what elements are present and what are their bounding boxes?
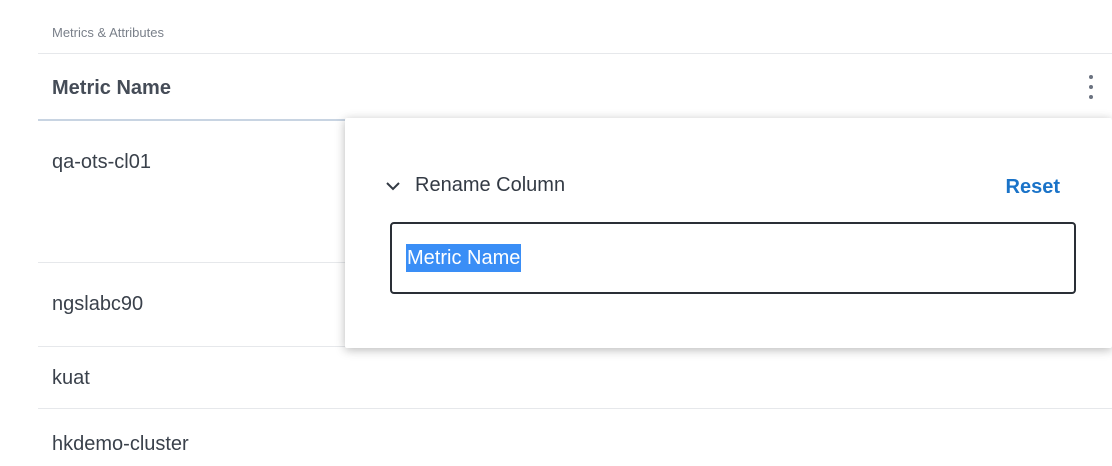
- chevron-down-icon: [386, 181, 400, 190]
- reset-button[interactable]: Reset: [1006, 176, 1060, 199]
- table-cell: ngslabc90: [52, 293, 144, 315]
- table-cell: hkdemo-cluster: [52, 433, 189, 455]
- column-name-value: Metric Name: [406, 244, 522, 272]
- column-name-input[interactable]: Metric Name: [390, 222, 1076, 294]
- table-row: hkdemo-cluster: [38, 409, 1112, 466]
- table-cell: qa-ots-cl01: [52, 151, 151, 173]
- rename-column-toggle[interactable]: Rename Column: [385, 174, 565, 197]
- table-cell: kuat: [52, 367, 90, 389]
- column-header: Metric Name: [38, 55, 1112, 121]
- column-header-label: Metric Name: [52, 77, 171, 99]
- rename-column-popover: Rename Column Reset Metric Name: [345, 118, 1112, 348]
- more-vertical-icon[interactable]: [1084, 73, 1098, 103]
- rename-column-label: Rename Column: [415, 174, 566, 196]
- section-title: Metrics & Attributes: [38, 14, 1112, 54]
- table-row: kuat: [38, 347, 1112, 409]
